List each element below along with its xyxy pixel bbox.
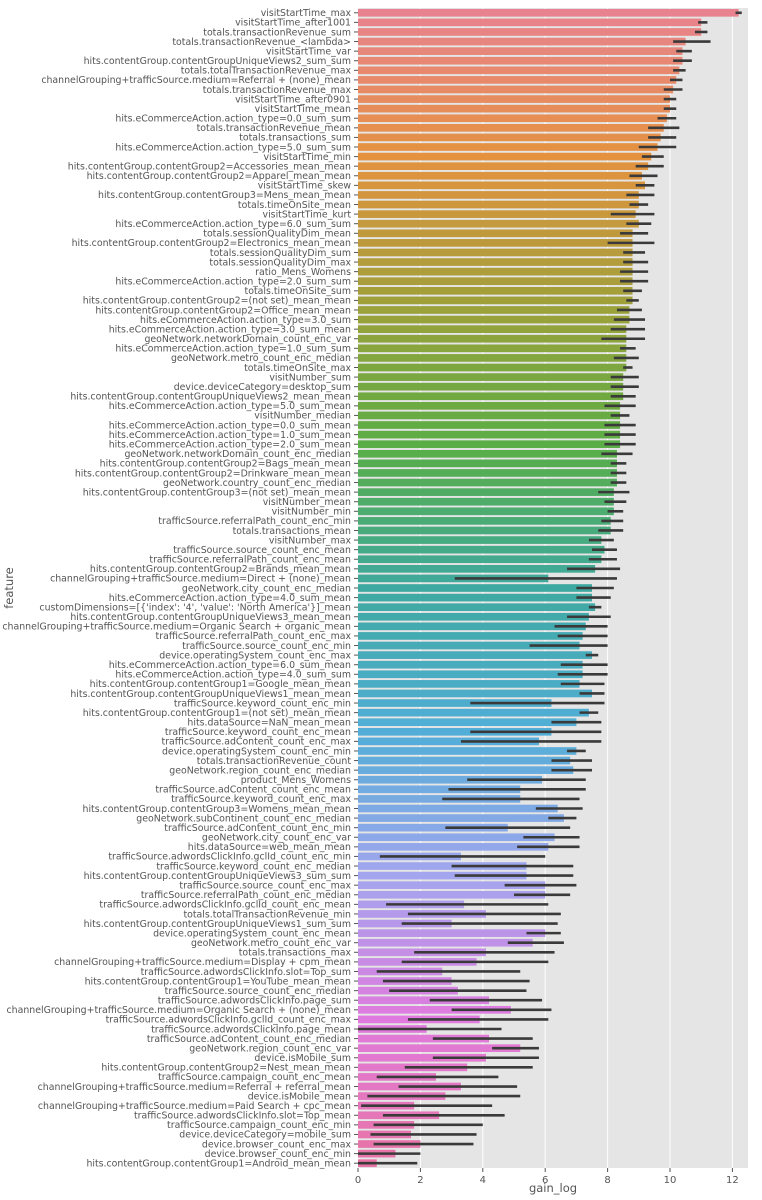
bar <box>358 133 661 142</box>
bar <box>358 718 577 727</box>
bar <box>358 181 646 190</box>
bar <box>358 306 630 314</box>
bar <box>358 929 546 937</box>
bar <box>358 938 533 947</box>
bar <box>358 162 649 171</box>
bar <box>358 258 633 266</box>
bar <box>358 267 633 276</box>
bar <box>358 564 596 573</box>
bar <box>358 354 627 362</box>
bar <box>358 95 670 103</box>
bar <box>358 430 621 439</box>
bar <box>358 421 621 429</box>
bar <box>358 325 627 333</box>
horizontal-bar-chart: visitStartTime_maxvisitStartTime_after10… <box>2 8 748 1195</box>
bar <box>358 670 583 679</box>
bar <box>358 76 677 84</box>
bar <box>358 756 571 765</box>
y-tick-label: hits.contentGroup.contentGroup1=Android_… <box>86 1159 351 1170</box>
bar <box>358 315 630 324</box>
bar <box>358 545 605 554</box>
bar <box>358 488 614 496</box>
bar <box>358 334 627 343</box>
bar <box>358 584 592 592</box>
bar <box>358 660 583 669</box>
bar <box>358 612 589 621</box>
bar <box>358 680 580 688</box>
bar <box>358 171 642 180</box>
x-tick-label: 12 <box>726 1175 739 1186</box>
x-tick-label: 0 <box>355 1175 361 1186</box>
bar <box>358 152 652 161</box>
chart-container: visitStartTime_max visitStartTime_after10… <box>0 0 762 1200</box>
bar <box>358 747 577 755</box>
bar <box>358 114 667 123</box>
bar <box>358 507 614 516</box>
bar <box>358 469 617 477</box>
bar <box>358 708 589 717</box>
bar <box>358 85 674 94</box>
bar <box>358 200 639 209</box>
bar <box>358 286 633 295</box>
y-axis-title: feature <box>2 567 16 609</box>
bar <box>358 363 627 372</box>
y-tick-labels: visitStartTime_maxvisitStartTime_after10… <box>2 8 358 1170</box>
bar <box>358 373 624 381</box>
bar <box>358 124 664 132</box>
x-tick-label: 4 <box>480 1175 486 1186</box>
bar <box>358 517 611 525</box>
x-tick-label: 8 <box>604 1175 610 1186</box>
x-tick-label: 10 <box>664 1175 677 1186</box>
bar <box>358 804 558 813</box>
bar <box>358 8 739 17</box>
bar <box>358 66 680 75</box>
bar <box>358 296 633 305</box>
bar <box>358 248 633 257</box>
bar <box>358 229 633 238</box>
bar <box>358 526 611 535</box>
bar <box>358 18 702 27</box>
bar <box>358 239 633 247</box>
x-tick-label: 2 <box>417 1175 423 1186</box>
bar <box>358 622 586 631</box>
bar <box>358 555 602 564</box>
bar <box>358 210 636 218</box>
x-axis-title: gain_log <box>529 1181 577 1195</box>
bar <box>358 603 596 612</box>
bar <box>358 344 627 353</box>
bar <box>358 478 617 487</box>
bar <box>358 104 670 113</box>
bar <box>358 56 683 65</box>
bar <box>358 219 639 228</box>
bar <box>358 28 702 36</box>
bar <box>358 47 683 55</box>
bar <box>358 536 602 544</box>
bar <box>358 382 624 391</box>
bar <box>358 593 592 602</box>
bar <box>358 459 617 468</box>
bar <box>358 37 686 46</box>
bar <box>358 392 624 401</box>
bar <box>358 411 621 420</box>
bar <box>358 402 621 410</box>
bar <box>358 814 564 822</box>
bar <box>358 632 583 640</box>
bar <box>358 651 592 659</box>
bar <box>358 191 639 199</box>
bar <box>358 440 621 449</box>
bar <box>358 449 617 458</box>
bar <box>358 143 658 151</box>
bar <box>358 497 614 506</box>
bar <box>358 766 574 774</box>
bar <box>358 689 592 698</box>
bar <box>358 277 633 286</box>
